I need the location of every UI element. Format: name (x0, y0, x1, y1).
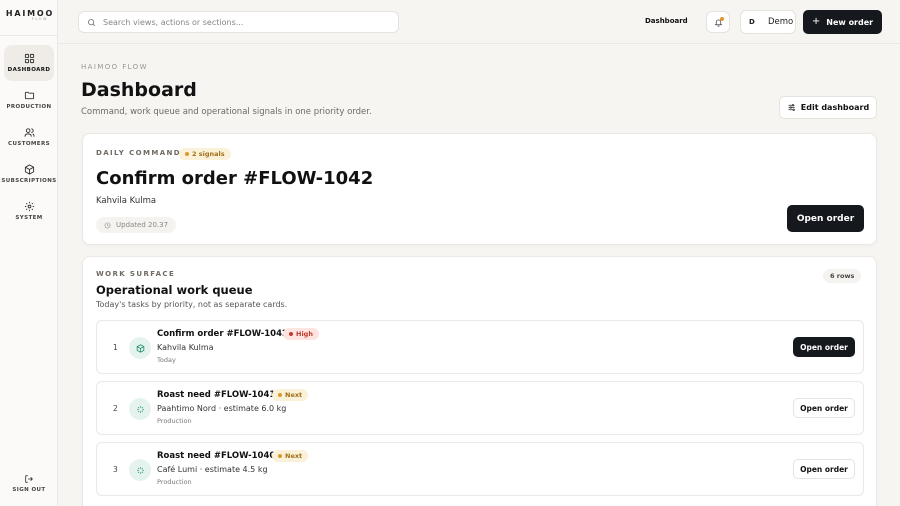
updated-text: Updated 20.37 (116, 221, 169, 229)
sparkle-icon (136, 466, 144, 474)
command-title: Confirm order #FLOW-1042 (96, 168, 374, 189)
row-title: Roast need #FLOW-1040 (157, 451, 276, 461)
user-menu[interactable]: D Demo (740, 10, 796, 34)
queue-eyebrow: WORK SURFACE (96, 270, 176, 278)
sidebar-item-label: CUSTOMERS (8, 141, 50, 147)
sidebar-item-dashboard[interactable]: DASHBOARD (4, 45, 54, 81)
priority-badge-text: High (296, 330, 313, 338)
new-order-button[interactable]: + New order (803, 10, 882, 34)
avatar: D (749, 18, 755, 26)
signals-badge: 2 signals (179, 148, 231, 160)
queue-row[interactable]: 3 Roast need #FLOW-1040 Next Café Lumi ·… (96, 442, 864, 496)
new-order-label: New order (826, 17, 874, 27)
row-open-order-button[interactable]: Open order (793, 337, 855, 357)
row-meta: Today (157, 356, 176, 364)
sidebar-item-label: PRODUCTION (6, 104, 52, 110)
priority-badge-high: High (283, 328, 319, 340)
search-input[interactable] (103, 17, 393, 27)
row-number: 1 (113, 343, 118, 352)
row-open-order-button[interactable]: Open order (793, 398, 855, 418)
search-bar[interactable] (78, 11, 399, 33)
user-name: Demo (768, 17, 794, 27)
sidebar-item-subscriptions[interactable]: SUBSCRIPTIONS (1, 156, 57, 192)
edit-dashboard-button[interactable]: Edit dashboard (779, 96, 877, 119)
priority-badge-next: Next (272, 450, 309, 462)
row-description: Kahvila Kulma (157, 343, 214, 352)
row-description: Café Lumi · estimate 4.5 kg (157, 465, 268, 474)
command-open-order-button[interactable]: Open order (787, 205, 864, 232)
daily-command-card: DAILY COMMAND 2 signals Confirm order #F… (82, 133, 877, 245)
sign-out-button[interactable]: SIGN OUT (4, 474, 54, 500)
gear-icon (24, 201, 34, 212)
updated-timestamp: Updated 20.37 (96, 217, 177, 233)
row-icon-wrap (129, 398, 151, 420)
row-meta: Production (157, 478, 192, 486)
edit-dashboard-label: Edit dashboard (800, 103, 870, 112)
sidebar: HAIMOO FLOW DASHBOARD PRODUCTION CUSTOME… (0, 0, 58, 506)
queue-subtitle: Today's tasks by priority, not as separa… (96, 300, 288, 309)
row-icon-wrap (129, 337, 151, 359)
logout-icon (25, 475, 33, 483)
page-title: Dashboard (81, 79, 197, 101)
sidebar-item-system[interactable]: SYSTEM (4, 193, 54, 229)
priority-badge-text: Next (285, 391, 303, 399)
page-eyebrow: HAIMOO FLOW (81, 63, 148, 71)
command-eyebrow: DAILY COMMAND (96, 149, 182, 157)
command-customer: Kahvila Kulma (96, 196, 157, 206)
topbar-divider (58, 43, 900, 44)
badge-dot (185, 152, 189, 156)
brand-name: HAIMOO (5, 9, 55, 18)
folder-icon (24, 91, 34, 100)
row-description: Paahtimo Nord · estimate 6.0 kg (157, 404, 287, 413)
badge-dot (278, 393, 282, 397)
sign-out-label: SIGN OUT (12, 487, 46, 493)
sparkle-icon (136, 405, 144, 413)
row-title: Roast need #FLOW-1041 (157, 390, 276, 400)
row-meta: Production (157, 417, 192, 425)
priority-badge-next: Next (272, 389, 309, 401)
sidebar-item-customers[interactable]: CUSTOMERS (4, 119, 54, 155)
row-number: 2 (113, 404, 118, 413)
clock-icon (104, 222, 111, 228)
sidebar-item-production[interactable]: PRODUCTION (4, 82, 54, 118)
row-title: Confirm order #FLOW-1042 (157, 329, 288, 339)
sidebar-item-label: DASHBOARD (7, 67, 51, 73)
sidebar-divider (0, 35, 58, 36)
search-icon (88, 18, 96, 26)
current-view-link[interactable]: Dashboard (645, 17, 688, 25)
badge-dot (278, 454, 282, 458)
badge-dot (289, 332, 293, 336)
plus-icon: + (811, 16, 821, 27)
sidebar-item-label: SYSTEM (15, 215, 43, 221)
row-number: 3 (113, 465, 118, 474)
grid-icon (24, 53, 34, 64)
queue-row[interactable]: 2 Roast need #FLOW-1041 Next Paahtimo No… (96, 381, 864, 435)
queue-row[interactable]: 1 Confirm order #FLOW-1042 High Kahvila … (96, 320, 864, 374)
notifications-button[interactable] (706, 11, 730, 33)
priority-badge-text: Next (285, 452, 303, 460)
package-icon (136, 343, 144, 353)
signals-badge-text: 2 signals (192, 150, 225, 158)
box-icon (24, 164, 34, 175)
notification-dot (720, 17, 724, 21)
users-icon (23, 128, 35, 137)
sliders-icon (788, 104, 795, 111)
row-icon-wrap (129, 459, 151, 481)
queue-title: Operational work queue (96, 283, 253, 297)
work-queue-card: WORK SURFACE Operational work queue Toda… (82, 256, 877, 506)
row-open-order-button[interactable]: Open order (793, 459, 855, 479)
rows-count-badge: 6 rows (823, 269, 862, 283)
page-subtitle: Command, work queue and operational sign… (81, 107, 372, 117)
sidebar-item-label: SUBSCRIPTIONS (1, 178, 57, 184)
brand-logo[interactable]: HAIMOO FLOW (0, 9, 58, 21)
